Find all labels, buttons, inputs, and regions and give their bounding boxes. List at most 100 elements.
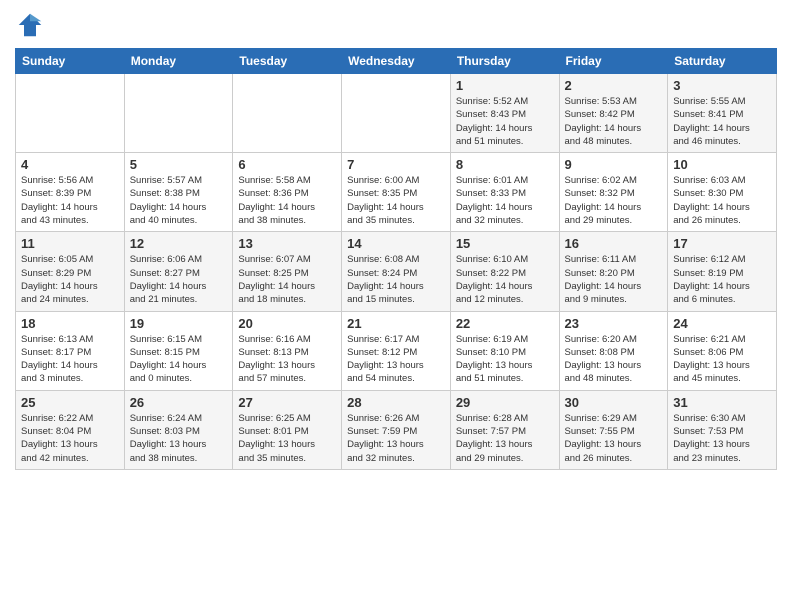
day-number: 28	[347, 395, 445, 410]
day-number: 30	[565, 395, 663, 410]
day-info: Sunrise: 6:05 AM Sunset: 8:29 PM Dayligh…	[21, 253, 119, 306]
day-number: 27	[238, 395, 336, 410]
day-info: Sunrise: 6:07 AM Sunset: 8:25 PM Dayligh…	[238, 253, 336, 306]
calendar-cell: 25 Sunrise: 6:22 AM Sunset: 8:04 PM Dayli…	[16, 390, 125, 469]
day-number: 1	[456, 78, 554, 93]
calendar-cell: 30 Sunrise: 6:29 AM Sunset: 7:55 PM Dayli…	[559, 390, 668, 469]
weekday-header-thursday: Thursday	[450, 49, 559, 74]
calendar-cell: 4Sunrise: 5:56 AM Sunset: 8:39 PM Daylig…	[16, 153, 125, 232]
weekday-header-sunday: Sunday	[16, 49, 125, 74]
calendar-cell: 10 Sunrise: 6:03 AM Sunset: 8:30 PM Dayli…	[668, 153, 777, 232]
day-info: Sunrise: 6:17 AM Sunset: 8:12 PM Dayligh…	[347, 333, 445, 386]
calendar-cell: 22Sunrise: 6:19 AM Sunset: 8:10 PM Dayli…	[450, 311, 559, 390]
calendar-cell: 14 Sunrise: 6:08 AM Sunset: 8:24 PM Dayli…	[342, 232, 451, 311]
calendar-cell: 21 Sunrise: 6:17 AM Sunset: 8:12 PM Dayli…	[342, 311, 451, 390]
day-info: Sunrise: 6:22 AM Sunset: 8:04 PM Dayligh…	[21, 412, 119, 465]
weekday-header-wednesday: Wednesday	[342, 49, 451, 74]
calendar-cell: 3 Sunrise: 5:55 AM Sunset: 8:41 PM Daylig…	[668, 74, 777, 153]
calendar-cell: 29Sunrise: 6:28 AM Sunset: 7:57 PM Dayli…	[450, 390, 559, 469]
day-info: Sunrise: 6:25 AM Sunset: 8:01 PM Dayligh…	[238, 412, 336, 465]
day-number: 18	[21, 316, 119, 331]
day-number: 25	[21, 395, 119, 410]
day-number: 5	[130, 157, 228, 172]
day-number: 31	[673, 395, 771, 410]
day-number: 23	[565, 316, 663, 331]
day-number: 16	[565, 236, 663, 251]
day-info: Sunrise: 6:10 AM Sunset: 8:22 PM Dayligh…	[456, 253, 554, 306]
day-info: Sunrise: 6:21 AM Sunset: 8:06 PM Dayligh…	[673, 333, 771, 386]
calendar-cell: 6 Sunrise: 5:58 AM Sunset: 8:36 PM Daylig…	[233, 153, 342, 232]
weekday-header-monday: Monday	[124, 49, 233, 74]
day-number: 20	[238, 316, 336, 331]
calendar-cell: 12Sunrise: 6:06 AM Sunset: 8:27 PM Dayli…	[124, 232, 233, 311]
day-number: 21	[347, 316, 445, 331]
day-info: Sunrise: 6:29 AM Sunset: 7:55 PM Dayligh…	[565, 412, 663, 465]
week-row-5: 25 Sunrise: 6:22 AM Sunset: 8:04 PM Dayli…	[16, 390, 777, 469]
day-number: 11	[21, 236, 119, 251]
day-info: Sunrise: 6:30 AM Sunset: 7:53 PM Dayligh…	[673, 412, 771, 465]
calendar-cell	[16, 74, 125, 153]
day-info: Sunrise: 6:13 AM Sunset: 8:17 PM Dayligh…	[21, 333, 119, 386]
calendar-cell: 19 Sunrise: 6:15 AM Sunset: 8:15 PM Dayli…	[124, 311, 233, 390]
day-number: 15	[456, 236, 554, 251]
day-number: 7	[347, 157, 445, 172]
weekday-header-tuesday: Tuesday	[233, 49, 342, 74]
calendar-cell: 2 Sunrise: 5:53 AM Sunset: 8:42 PM Daylig…	[559, 74, 668, 153]
calendar-cell: 13 Sunrise: 6:07 AM Sunset: 8:25 PM Dayli…	[233, 232, 342, 311]
logo-icon	[15, 10, 45, 40]
day-info: Sunrise: 6:24 AM Sunset: 8:03 PM Dayligh…	[130, 412, 228, 465]
day-info: Sunrise: 5:56 AM Sunset: 8:39 PM Dayligh…	[21, 174, 119, 227]
day-number: 29	[456, 395, 554, 410]
calendar-cell: 9Sunrise: 6:02 AM Sunset: 8:32 PM Daylig…	[559, 153, 668, 232]
weekday-header-row: SundayMondayTuesdayWednesdayThursdayFrid…	[16, 49, 777, 74]
calendar-cell: 28Sunrise: 6:26 AM Sunset: 7:59 PM Dayli…	[342, 390, 451, 469]
day-info: Sunrise: 6:19 AM Sunset: 8:10 PM Dayligh…	[456, 333, 554, 386]
calendar-cell: 20 Sunrise: 6:16 AM Sunset: 8:13 PM Dayli…	[233, 311, 342, 390]
calendar-cell	[342, 74, 451, 153]
calendar-table: SundayMondayTuesdayWednesdayThursdayFrid…	[15, 48, 777, 470]
calendar-cell: 7 Sunrise: 6:00 AM Sunset: 8:35 PM Daylig…	[342, 153, 451, 232]
day-number: 9	[565, 157, 663, 172]
day-info: Sunrise: 5:57 AM Sunset: 8:38 PM Dayligh…	[130, 174, 228, 227]
day-info: Sunrise: 6:01 AM Sunset: 8:33 PM Dayligh…	[456, 174, 554, 227]
calendar-cell: 31 Sunrise: 6:30 AM Sunset: 7:53 PM Dayli…	[668, 390, 777, 469]
day-info: Sunrise: 5:52 AM Sunset: 8:43 PM Dayligh…	[456, 95, 554, 148]
calendar-cell: 11 Sunrise: 6:05 AM Sunset: 8:29 PM Dayli…	[16, 232, 125, 311]
week-row-3: 11 Sunrise: 6:05 AM Sunset: 8:29 PM Dayli…	[16, 232, 777, 311]
day-info: Sunrise: 6:08 AM Sunset: 8:24 PM Dayligh…	[347, 253, 445, 306]
day-info: Sunrise: 6:20 AM Sunset: 8:08 PM Dayligh…	[565, 333, 663, 386]
day-info: Sunrise: 6:11 AM Sunset: 8:20 PM Dayligh…	[565, 253, 663, 306]
day-info: Sunrise: 6:16 AM Sunset: 8:13 PM Dayligh…	[238, 333, 336, 386]
day-info: Sunrise: 6:03 AM Sunset: 8:30 PM Dayligh…	[673, 174, 771, 227]
day-number: 14	[347, 236, 445, 251]
week-row-1: 1 Sunrise: 5:52 AM Sunset: 8:43 PM Daylig…	[16, 74, 777, 153]
page-container: SundayMondayTuesdayWednesdayThursdayFrid…	[0, 0, 792, 480]
calendar-cell: 23 Sunrise: 6:20 AM Sunset: 8:08 PM Dayli…	[559, 311, 668, 390]
week-row-2: 4Sunrise: 5:56 AM Sunset: 8:39 PM Daylig…	[16, 153, 777, 232]
day-info: Sunrise: 6:06 AM Sunset: 8:27 PM Dayligh…	[130, 253, 228, 306]
day-number: 10	[673, 157, 771, 172]
day-number: 8	[456, 157, 554, 172]
calendar-cell: 26 Sunrise: 6:24 AM Sunset: 8:03 PM Dayli…	[124, 390, 233, 469]
day-info: Sunrise: 5:55 AM Sunset: 8:41 PM Dayligh…	[673, 95, 771, 148]
day-number: 3	[673, 78, 771, 93]
logo	[15, 10, 49, 40]
weekday-header-friday: Friday	[559, 49, 668, 74]
day-info: Sunrise: 6:00 AM Sunset: 8:35 PM Dayligh…	[347, 174, 445, 227]
day-info: Sunrise: 5:58 AM Sunset: 8:36 PM Dayligh…	[238, 174, 336, 227]
day-number: 17	[673, 236, 771, 251]
day-number: 26	[130, 395, 228, 410]
day-number: 13	[238, 236, 336, 251]
calendar-cell: 1 Sunrise: 5:52 AM Sunset: 8:43 PM Daylig…	[450, 74, 559, 153]
calendar-cell: 16 Sunrise: 6:11 AM Sunset: 8:20 PM Dayli…	[559, 232, 668, 311]
calendar-cell: 5 Sunrise: 5:57 AM Sunset: 8:38 PM Daylig…	[124, 153, 233, 232]
day-info: Sunrise: 6:15 AM Sunset: 8:15 PM Dayligh…	[130, 333, 228, 386]
calendar-cell: 17Sunrise: 6:12 AM Sunset: 8:19 PM Dayli…	[668, 232, 777, 311]
day-number: 19	[130, 316, 228, 331]
day-info: Sunrise: 5:53 AM Sunset: 8:42 PM Dayligh…	[565, 95, 663, 148]
calendar-cell: 8 Sunrise: 6:01 AM Sunset: 8:33 PM Daylig…	[450, 153, 559, 232]
day-number: 2	[565, 78, 663, 93]
calendar-cell: 24Sunrise: 6:21 AM Sunset: 8:06 PM Dayli…	[668, 311, 777, 390]
day-number: 6	[238, 157, 336, 172]
calendar-cell: 15 Sunrise: 6:10 AM Sunset: 8:22 PM Dayli…	[450, 232, 559, 311]
